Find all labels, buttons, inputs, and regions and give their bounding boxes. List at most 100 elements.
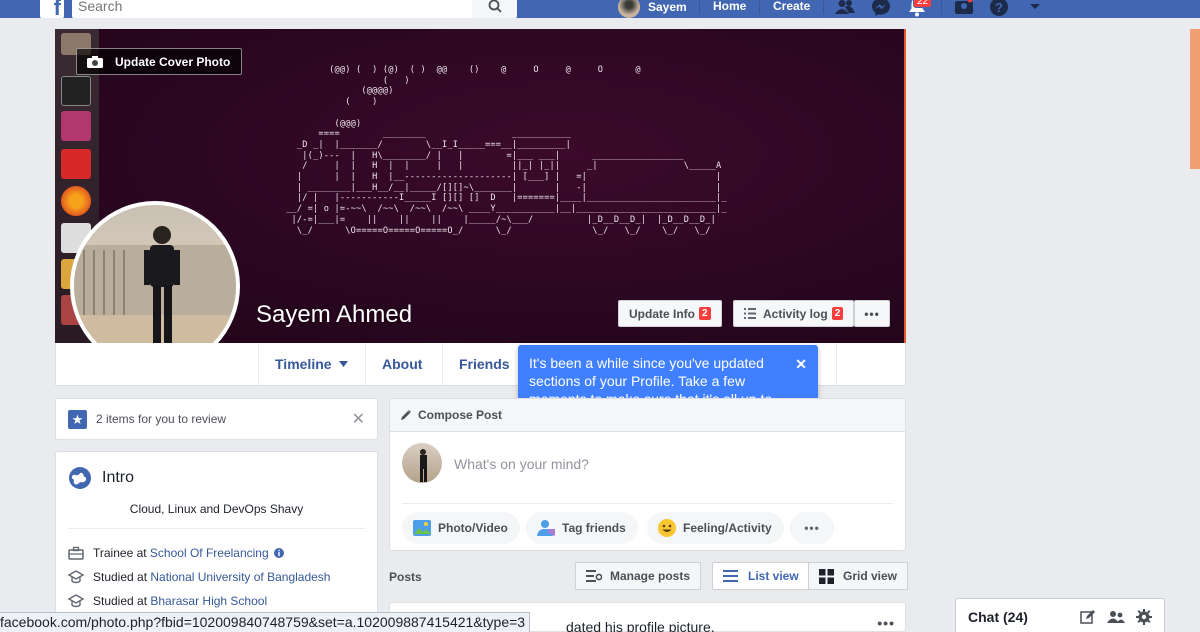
search-button[interactable] bbox=[472, 0, 517, 18]
grid-view-button[interactable]: Grid view bbox=[808, 562, 909, 590]
post-composer: Compose Post What's on your mind? Photo/… bbox=[389, 398, 906, 551]
nav-divider bbox=[759, 0, 760, 14]
graduation-cap-icon bbox=[68, 594, 84, 608]
cover-more-button[interactable]: ••• bbox=[854, 300, 890, 327]
nav-divider bbox=[823, 0, 824, 14]
tab-friends[interactable]: Friends bbox=[442, 343, 526, 385]
svg-text:?: ? bbox=[995, 0, 1003, 15]
list-view-button[interactable]: List view bbox=[712, 562, 810, 590]
review-items-text: 2 items for you to review bbox=[96, 412, 227, 426]
intro-work-link[interactable]: School Of Freelancing bbox=[150, 546, 269, 560]
firefox-icon bbox=[61, 186, 91, 216]
intro-education-link[interactable]: National University of Bangladesh bbox=[150, 570, 330, 584]
update-cover-photo-label: Update Cover Photo bbox=[115, 54, 231, 69]
list-view-icon bbox=[723, 570, 738, 582]
update-info-button[interactable]: Update Info 2 bbox=[618, 300, 722, 327]
intro-education-row: Studied at National University of Bangla… bbox=[68, 570, 330, 584]
terminal-icon bbox=[61, 76, 91, 106]
nav-user-name: Sayem bbox=[648, 0, 687, 14]
composer-more-button[interactable]: ••• bbox=[790, 512, 834, 544]
intro-education-link[interactable]: Bharasar High School bbox=[150, 594, 267, 608]
pencil-icon bbox=[401, 410, 411, 420]
manage-posts-label: Manage posts bbox=[610, 569, 691, 583]
photo-video-label: Photo/Video bbox=[438, 521, 508, 535]
posts-heading: Posts bbox=[389, 570, 422, 584]
friend-requests-icon[interactable] bbox=[834, 0, 856, 18]
nav-home-link[interactable]: Home bbox=[713, 0, 746, 13]
activity-log-label: Activity log bbox=[763, 306, 828, 321]
photo-video-button[interactable]: Photo/Video bbox=[402, 512, 520, 544]
search-input[interactable] bbox=[72, 0, 472, 18]
info-icon[interactable] bbox=[273, 548, 284, 558]
cover-edge bbox=[904, 29, 906, 343]
tag-friends-button[interactable]: Tag friends bbox=[526, 512, 638, 544]
list-view-label: List view bbox=[748, 569, 799, 583]
intro-row-prefix: Studied at bbox=[93, 570, 151, 584]
intro-title: Intro bbox=[102, 469, 135, 486]
profile-name[interactable]: Sayem Ahmed bbox=[256, 301, 412, 329]
messenger-icon[interactable] bbox=[870, 0, 892, 18]
launcher-app-icon bbox=[61, 111, 91, 141]
graduation-cap-icon bbox=[68, 570, 84, 584]
chevron-down-icon bbox=[338, 361, 348, 367]
grid-view-icon bbox=[819, 568, 834, 584]
intro-work-row: Trainee at School Of Freelancing bbox=[68, 546, 284, 560]
tab-about[interactable]: About bbox=[365, 343, 438, 385]
intro-card: Intro Cloud, Linux and DevOps Shavy Trai… bbox=[55, 451, 378, 632]
tab-timeline[interactable]: Timeline bbox=[258, 343, 364, 385]
account-menu-caret-icon[interactable] bbox=[1024, 0, 1046, 18]
top-nav-bar: f Sayem Home Create 22 ? bbox=[0, 0, 1200, 20]
quick-help-people-icon[interactable] bbox=[953, 0, 975, 18]
post-options-button[interactable]: ••• bbox=[877, 615, 895, 631]
composer-header: Compose Post bbox=[390, 399, 905, 432]
update-cover-photo-button[interactable]: Update Cover Photo bbox=[76, 48, 242, 75]
star-icon: ★ bbox=[68, 410, 87, 429]
cover-ascii-train-art: (@@) ( ) (@) ( ) @@ () @ O @ O @ ( ) (@@… bbox=[286, 65, 727, 236]
search-box[interactable] bbox=[72, 0, 472, 18]
post-text: dated his profile picture. bbox=[566, 619, 715, 632]
create-group-icon[interactable] bbox=[1107, 610, 1125, 624]
smiley-icon bbox=[658, 519, 676, 537]
intro-bio: Cloud, Linux and DevOps Shavy bbox=[129, 502, 304, 516]
review-items-card[interactable]: ★ 2 items for you to review ✕ bbox=[55, 398, 378, 440]
review-close-button[interactable]: ✕ bbox=[352, 409, 365, 429]
activity-log-button[interactable]: Activity log 2 bbox=[733, 300, 855, 327]
feeling-activity-label: Feeling/Activity bbox=[683, 521, 772, 535]
tab-more[interactable] bbox=[836, 343, 906, 385]
compose-post-label: Compose Post bbox=[418, 408, 503, 422]
tag-friends-label: Tag friends bbox=[562, 521, 626, 535]
composer-input[interactable]: What's on your mind? bbox=[454, 456, 589, 472]
help-icon[interactable]: ? bbox=[988, 0, 1010, 18]
activity-log-badge: 2 bbox=[831, 307, 844, 320]
grid-view-label: Grid view bbox=[843, 569, 898, 583]
tooltip-close-button[interactable]: ✕ bbox=[795, 355, 807, 373]
intro-row-prefix: Trainee at bbox=[93, 546, 150, 560]
search-icon bbox=[488, 0, 502, 13]
nav-divider bbox=[699, 0, 700, 14]
scrollbar-accent bbox=[1190, 29, 1200, 169]
nav-create-link[interactable]: Create bbox=[773, 0, 810, 13]
nav-divider bbox=[941, 0, 942, 14]
composer-avatar bbox=[402, 443, 442, 483]
manage-posts-button[interactable]: Manage posts bbox=[575, 562, 702, 590]
compose-post-tab[interactable]: Compose Post bbox=[400, 408, 502, 422]
list-icon bbox=[744, 308, 756, 319]
settings-list-icon bbox=[586, 569, 602, 582]
nav-profile-link[interactable]: Sayem bbox=[618, 0, 687, 18]
update-info-label: Update Info bbox=[629, 306, 695, 321]
new-message-icon[interactable] bbox=[1080, 609, 1096, 625]
notifications-badge: 22 bbox=[913, 0, 933, 8]
chat-label: Chat (24) bbox=[968, 609, 1028, 625]
feeling-activity-button[interactable]: Feeling/Activity bbox=[647, 512, 784, 544]
gear-icon[interactable] bbox=[1136, 609, 1152, 625]
photo-icon bbox=[413, 520, 431, 536]
composer-divider bbox=[402, 503, 893, 504]
facebook-logo[interactable]: f bbox=[40, 0, 64, 20]
tab-timeline-label: Timeline bbox=[275, 356, 332, 372]
chat-sidebar-tab[interactable]: Chat (24) bbox=[955, 598, 1165, 632]
intro-row-prefix: Studied at bbox=[93, 594, 151, 608]
globe-icon bbox=[69, 467, 91, 489]
nav-avatar bbox=[618, 0, 640, 18]
briefcase-icon bbox=[68, 546, 84, 560]
intro-divider bbox=[68, 528, 365, 529]
